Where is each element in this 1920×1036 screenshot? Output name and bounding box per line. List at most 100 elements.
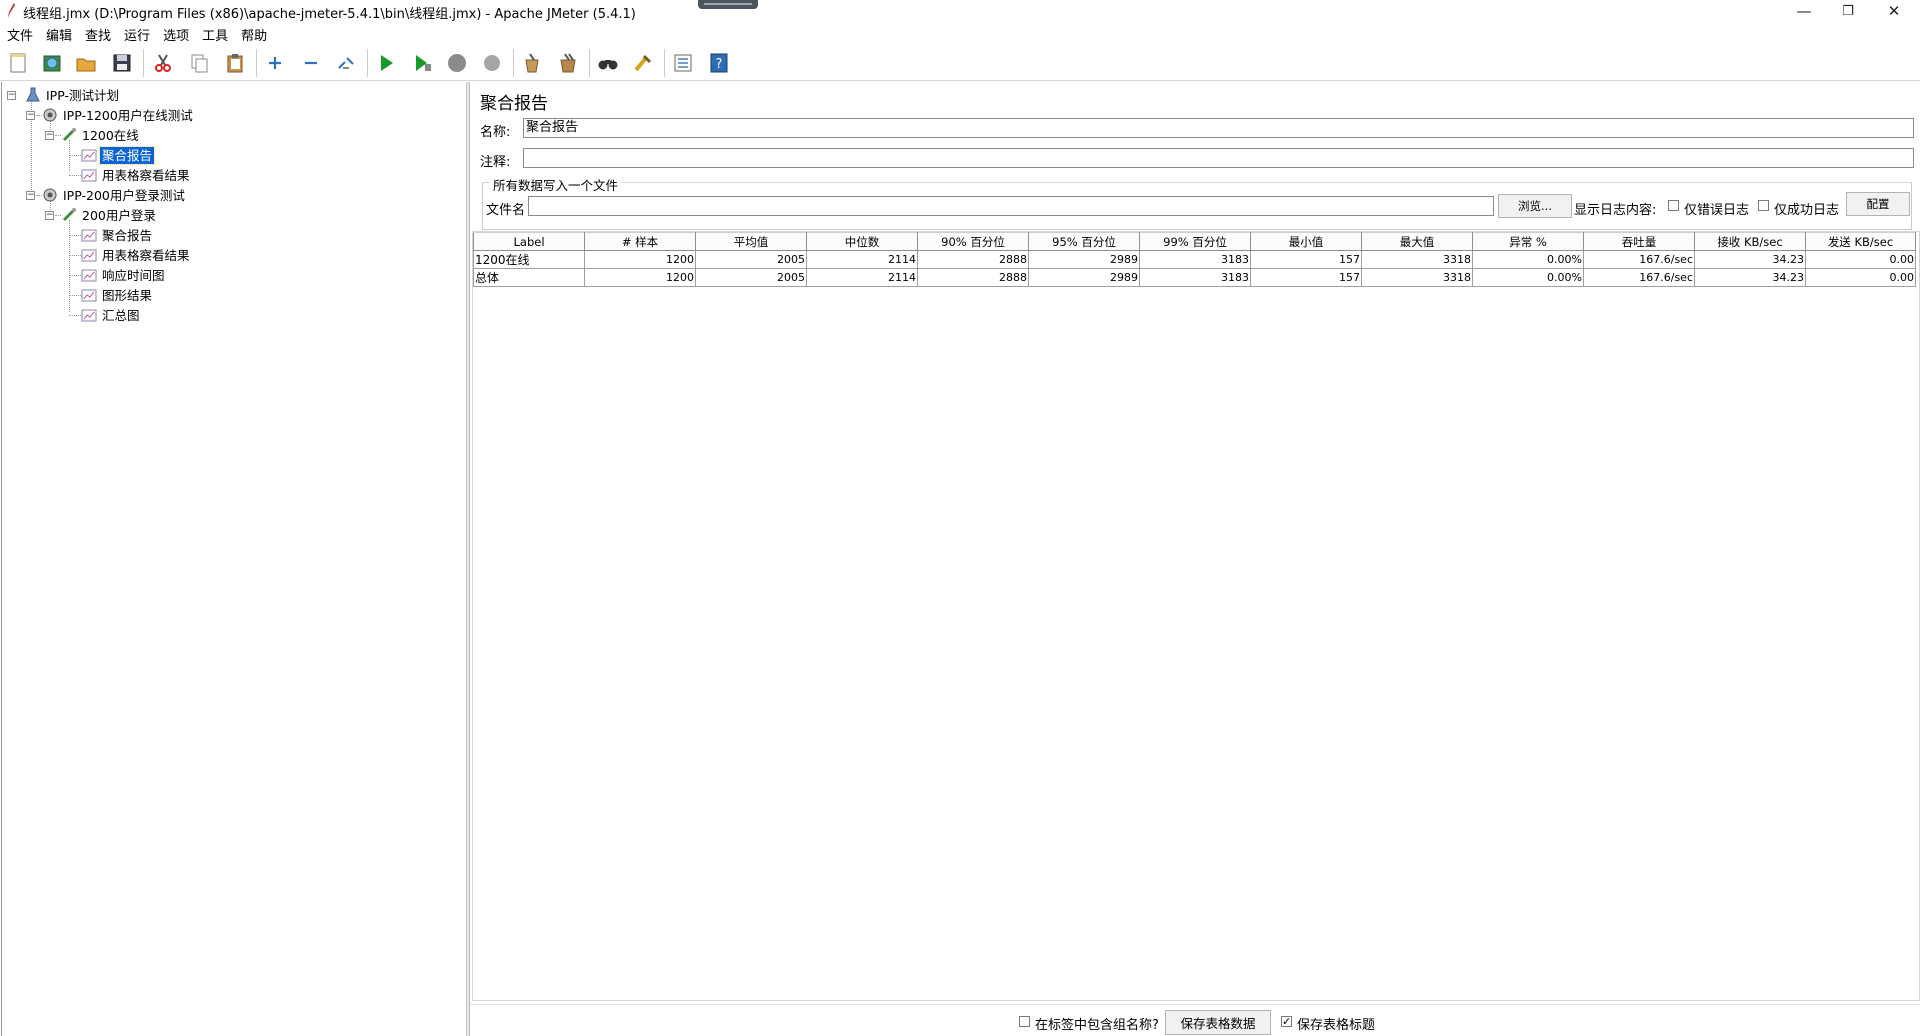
menu-bar: 文件 编辑 查找 运行 选项 工具 帮助 [0,24,1920,45]
collapse-button[interactable] [295,47,327,79]
browse-button[interactable]: 浏览... [1498,194,1572,218]
new-button[interactable] [2,47,34,79]
minimize-icon: — [1796,2,1812,20]
menu-search[interactable]: 查找 [84,25,112,44]
column-header[interactable]: 吞吐量 [1583,232,1695,251]
toggle-button[interactable] [330,47,362,79]
tree-node-label: 聚合报告 [98,145,156,165]
sampler-icon [60,207,78,223]
table-cell: 1200在线 [473,250,585,269]
start-no-pauses-button[interactable] [406,47,438,79]
column-header[interactable]: 平均值 [695,232,807,251]
clear-icon [525,53,539,73]
column-header[interactable]: 95% 百分位 [1028,232,1140,251]
cut-button[interactable] [147,47,179,79]
table-cell: 0.00 [1805,250,1916,269]
column-header[interactable]: # 样本 [584,232,696,251]
column-header[interactable]: 90% 百分位 [917,232,1029,251]
tree-node-thread-group-200[interactable]: IPP-200用户登录测试 [41,186,187,204]
tree-collapse-toggle[interactable]: − [26,111,35,120]
listener-icon [80,167,98,183]
menu-options[interactable]: 选项 [162,25,190,44]
tree-collapse-toggle[interactable]: − [45,211,54,220]
column-header[interactable]: 发送 KB/sec [1805,232,1916,251]
window-drag-handle[interactable] [698,0,758,9]
table-header-row: Label # 样本 平均值 中位数 90% 百分位 95% 百分位 99% 百分位 最小值最… [473,232,1916,251]
function-helper-button[interactable] [667,47,699,79]
table-row[interactable]: 1200在线 1200 2005 2114 2888 2989 3183 157 3318 0.0… [473,250,1916,269]
column-header[interactable]: Label [473,232,585,251]
function-helper-icon [674,54,692,72]
include-group-name-checkbox[interactable] [1019,1016,1030,1027]
templates-button[interactable] [36,47,68,79]
menu-help[interactable]: 帮助 [240,25,268,44]
test-plan-icon [24,87,42,103]
expand-icon [269,57,281,69]
tree-node-test-plan[interactable]: IPP-测试计划 [24,86,121,104]
stop-button[interactable] [441,47,473,79]
table-cell: 3318 [1361,268,1473,287]
table-cell: 2005 [695,268,807,287]
tree-node-view-results-table-1[interactable]: 用表格察看结果 [80,166,192,184]
column-header[interactable]: 最大值 [1361,232,1473,251]
table-row[interactable]: 总体 1200 2005 2114 2888 2989 3183 157 3318 0.00% 16… [473,268,1916,287]
tree-node-sampler-1200[interactable]: 1200在线 [60,126,141,144]
test-plan-tree: IPP-测试计划 − IPP-1200用户在线测试 − 1200在线 − 聚合报… [0,82,467,1036]
table-cell: 3183 [1139,268,1251,287]
save-table-header-checkbox[interactable]: ✓ [1281,1016,1292,1027]
tree-node-aggregate-report-2[interactable]: 聚合报告 [80,226,154,244]
name-field[interactable]: 聚合报告 [523,118,1914,138]
tree-collapse-toggle[interactable]: − [26,191,35,200]
reset-search-button[interactable] [627,47,659,79]
errors-only-checkbox[interactable] [1668,200,1679,211]
menu-tools[interactable]: 工具 [201,25,229,44]
toolbar: ? [0,45,1920,81]
table-cell: 157 [1250,250,1362,269]
menu-file[interactable]: 文件 [6,25,34,44]
column-header[interactable]: 接收 KB/sec [1694,232,1806,251]
tree-node-view-results-table-2[interactable]: 用表格察看结果 [80,246,192,264]
tree-node-graph-results[interactable]: 图形结果 [80,286,154,304]
column-header[interactable]: 99% 百分位 [1139,232,1251,251]
tree-node-summary-graph[interactable]: 汇总图 [80,306,142,324]
save-button[interactable] [106,47,138,79]
tree-node-sampler-200[interactable]: 200用户登录 [60,206,158,224]
tree-node-response-time-graph[interactable]: 响应时间图 [80,266,167,284]
menu-edit[interactable]: 编辑 [45,25,73,44]
help-button[interactable]: ? [703,47,735,79]
tree-collapse-toggle[interactable]: − [45,131,54,140]
column-header[interactable]: 中位数 [806,232,918,251]
close-button[interactable]: ✕ [1872,0,1916,22]
menu-run[interactable]: 运行 [123,25,151,44]
table-cell: 3318 [1361,250,1473,269]
restore-button[interactable]: ❐ [1826,0,1870,22]
table-cell: 0.00 [1805,268,1916,287]
column-header[interactable]: 异常 % [1472,232,1584,251]
open-button[interactable] [70,47,102,79]
clear-button[interactable] [516,47,548,79]
comment-field[interactable] [523,148,1914,168]
minimize-button[interactable]: — [1782,0,1826,22]
filename-field[interactable] [528,196,1494,216]
tree-node-label: IPP-测试计划 [46,87,119,103]
clear-all-button[interactable] [552,47,584,79]
save-table-data-button[interactable]: 保存表格数据 [1165,1010,1271,1035]
start-button[interactable] [370,47,402,79]
listener-icon [80,227,98,243]
tree-collapse-toggle[interactable]: − [7,91,16,100]
successes-only-checkbox[interactable] [1758,200,1769,211]
tree-node-thread-group-1200[interactable]: IPP-1200用户在线测试 [41,106,195,124]
paste-button[interactable] [219,47,251,79]
column-header[interactable]: 最小值 [1250,232,1362,251]
search-binoculars-icon [598,60,618,70]
shutdown-icon [484,55,500,71]
expand-button[interactable] [259,47,291,79]
configure-button[interactable]: 配置 [1846,192,1910,216]
tree-node-aggregate-report-1[interactable]: 聚合报告 [80,145,156,165]
copy-button[interactable] [183,47,215,79]
search-button[interactable] [592,47,624,79]
stop-icon [448,54,466,72]
shutdown-button[interactable] [476,47,508,79]
save-table-header-label: 保存表格标题 [1297,1018,1376,1033]
table-cell: 3183 [1139,250,1251,269]
